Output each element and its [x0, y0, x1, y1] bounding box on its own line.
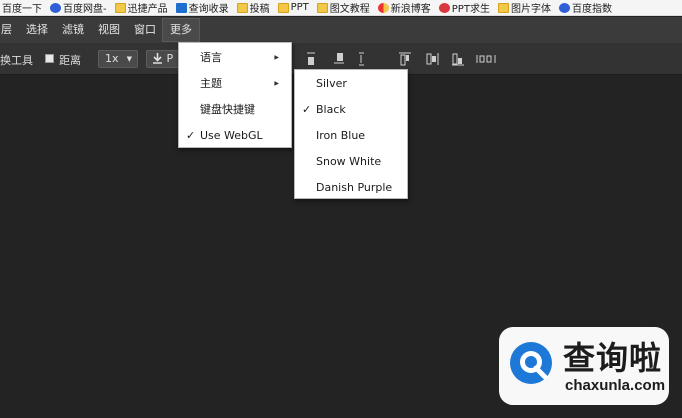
menu-item-keyboard-shortcuts[interactable]: 键盘快捷键 — [179, 97, 291, 123]
theme-option-label: Snow White — [316, 155, 382, 168]
folder-icon — [316, 2, 328, 13]
bookmark-item[interactable]: 图片字体 — [497, 0, 551, 15]
align-right-icon[interactable] — [450, 51, 466, 67]
paw-icon — [558, 2, 570, 13]
bookmark-item[interactable]: 百度指数 — [558, 0, 612, 15]
transform-tool-label: 换工具 — [0, 54, 33, 67]
magnifier-logo-icon — [510, 342, 552, 384]
more-menu-dropdown: 语言 ▶ 主题 ▶ 键盘快捷键 ✓ Use WebGL — [178, 42, 292, 148]
bookmark-item[interactable]: 图文教程 — [316, 0, 370, 15]
watermark-title: 查询啦 — [563, 339, 663, 377]
bookmark-item[interactable]: 新浪博客 — [377, 0, 431, 15]
theme-option-label: Silver — [316, 77, 347, 90]
bookmark-item[interactable]: 百度网盘- — [50, 0, 107, 15]
menu-view[interactable]: 视图 — [91, 19, 127, 41]
theme-option-black[interactable]: ✓ Black — [295, 97, 407, 123]
checkmark-icon: ✓ — [302, 103, 312, 116]
menu-item-label: 主题 — [200, 77, 222, 90]
menu-layer[interactable]: 层 — [0, 19, 19, 41]
submenu-arrow-icon: ▶ — [274, 54, 279, 61]
bookmark-item[interactable]: PPT — [277, 0, 309, 15]
align-middle-icon[interactable] — [331, 51, 347, 67]
menu-select[interactable]: 选择 — [19, 19, 55, 41]
distribute-icon[interactable] — [476, 51, 496, 67]
bookmark-label: PPT — [290, 2, 309, 13]
theme-option-danish-purple[interactable]: Danish Purple — [295, 175, 407, 201]
theme-option-silver[interactable]: Silver — [295, 71, 407, 97]
align-bottom-icon[interactable] — [355, 51, 371, 67]
folder-icon — [236, 2, 248, 13]
j-icon — [175, 2, 187, 13]
bookmark-label: 百度指数 — [571, 4, 612, 15]
bookmark-item[interactable]: 迅捷产品 — [114, 0, 168, 15]
bookmark-label: 投稿 — [249, 4, 270, 15]
theme-submenu: Silver ✓ Black Iron Blue Snow White Dani… — [294, 69, 408, 199]
bookmark-label: 迅捷产品 — [127, 4, 168, 15]
bookmark-label: 新浪博客 — [390, 4, 431, 15]
bookmark-label: 百度一下 — [2, 4, 42, 15]
bookmark-label: PPT求生 — [451, 4, 490, 15]
folder-icon — [277, 2, 289, 13]
theme-option-label: Iron Blue — [316, 129, 366, 142]
bookmark-label: 百度网盘- — [63, 4, 107, 15]
checkmark-icon: ✓ — [186, 129, 196, 142]
ppt-icon — [438, 2, 450, 13]
caret-down-icon: ▼ — [126, 55, 132, 63]
watermark-badge: 查询啦 chaxunla.com — [499, 327, 669, 405]
menu-item-language[interactable]: 语言 ▶ — [179, 45, 291, 71]
align-center-icon[interactable] — [424, 51, 440, 67]
distance-label: 距离 — [59, 54, 81, 67]
theme-option-label: Danish Purple — [316, 181, 393, 194]
paw-icon — [50, 2, 61, 13]
zoom-select[interactable]: 1x ▼ — [98, 50, 138, 68]
submenu-arrow-icon: ▶ — [274, 80, 279, 87]
align-left-icon[interactable] — [397, 51, 413, 67]
theme-option-snow-white[interactable]: Snow White — [295, 149, 407, 175]
watermark-domain: chaxunla.com — [565, 377, 666, 394]
distance-checkbox[interactable] — [45, 54, 54, 63]
bookmarks-bar: 百度一下 百度网盘- 迅捷产品 查询收录 投稿 PPT 图文教程 新浪博客 PP… — [0, 0, 682, 16]
folder-icon — [497, 2, 509, 13]
bookmark-item[interactable]: 投稿 — [236, 0, 270, 15]
menu-bar: 层 选择 滤镜 视图 窗口 更多 — [0, 17, 682, 43]
align-top-icon[interactable] — [303, 51, 319, 67]
weibo-icon — [377, 2, 389, 13]
menu-item-label: 语言 — [200, 51, 222, 64]
theme-option-iron-blue[interactable]: Iron Blue — [295, 123, 407, 149]
bookmark-label: 查询收录 — [188, 4, 229, 15]
menu-item-label: 键盘快捷键 — [200, 103, 255, 116]
folder-icon — [114, 2, 126, 13]
bookmark-item[interactable]: 百度一下 — [2, 0, 42, 15]
menu-item-theme[interactable]: 主题 ▶ — [179, 71, 291, 97]
theme-option-label: Black — [316, 103, 346, 116]
menu-filter[interactable]: 滤镜 — [55, 19, 91, 41]
zoom-value: 1x — [105, 52, 119, 65]
export-button[interactable]: P — [146, 50, 180, 68]
bookmark-item[interactable]: 查询收录 — [175, 0, 229, 15]
bookmark-label: 图片字体 — [510, 4, 551, 15]
bookmark-label: 图文教程 — [329, 4, 370, 15]
bookmark-item[interactable]: PPT求生 — [438, 0, 490, 15]
menu-item-label: Use WebGL — [200, 129, 263, 142]
export-label: P — [166, 52, 174, 65]
download-icon — [153, 53, 162, 64]
menu-window[interactable]: 窗口 — [127, 19, 163, 41]
menu-more[interactable]: 更多 — [162, 18, 200, 42]
menu-item-use-webgl[interactable]: ✓ Use WebGL — [179, 123, 291, 149]
